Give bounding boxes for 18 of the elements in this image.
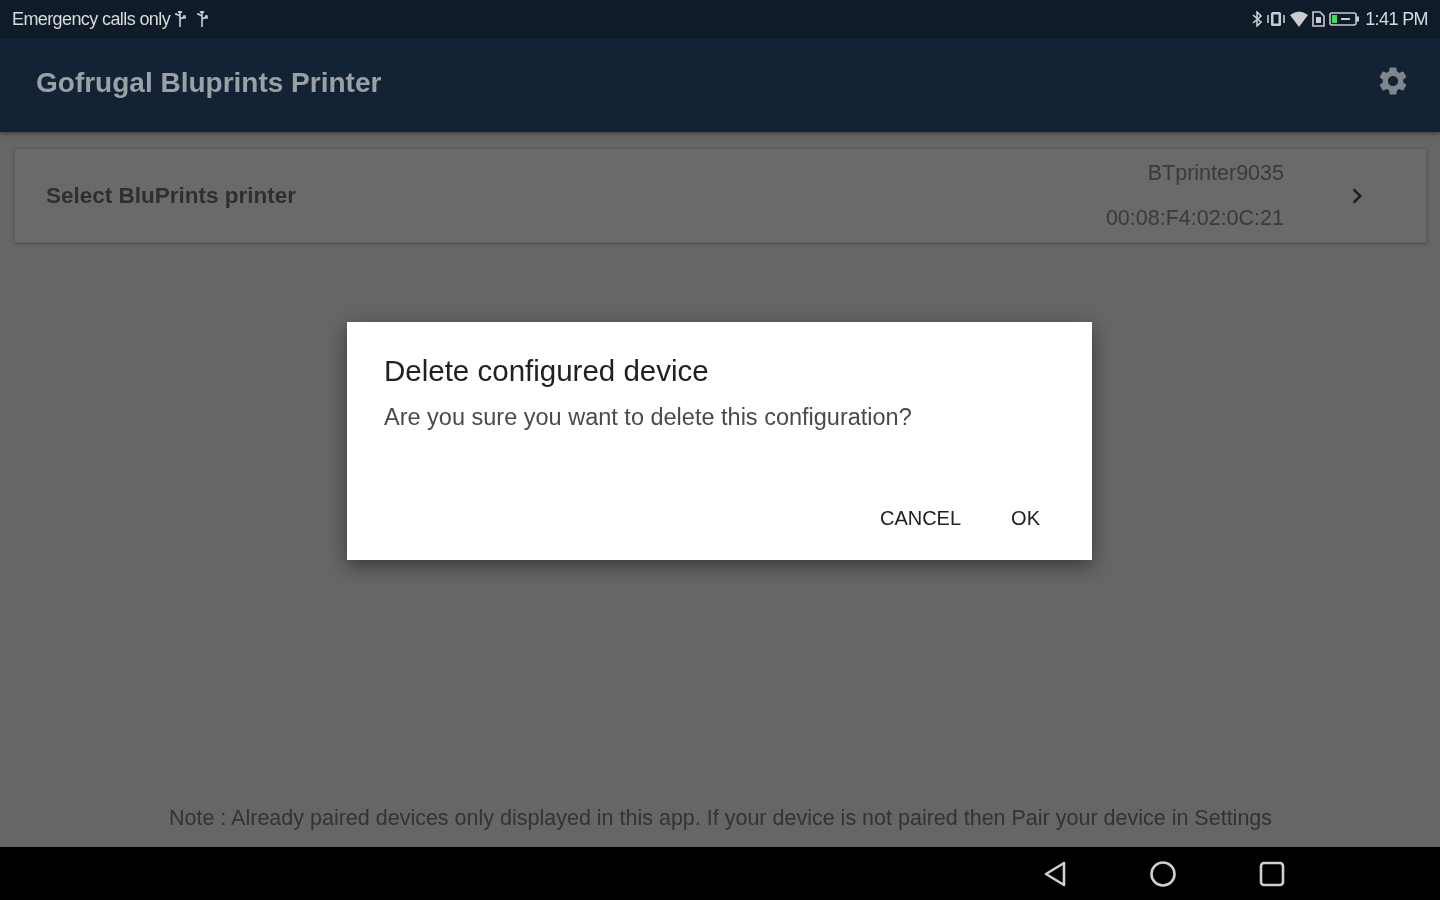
battery-icon	[1329, 11, 1360, 27]
app-title: Gofrugal Bluprints Printer	[36, 67, 382, 99]
dialog-title: Delete configured device	[384, 354, 709, 388]
bluetooth-icon	[1252, 11, 1263, 27]
dialog-button[interactable]: CANCEL	[858, 497, 983, 540]
back-icon[interactable]	[1043, 860, 1067, 887]
recents-icon[interactable]	[1259, 860, 1285, 887]
confirm-button[interactable]: OK	[990, 497, 1061, 540]
wifi-icon	[1290, 11, 1309, 27]
carrier-status: Emergency calls only	[12, 8, 171, 30]
usb-icon	[196, 11, 209, 27]
usb-icon	[174, 11, 187, 27]
dialog-message: Are you sure you want to delete this configuration?	[384, 404, 912, 431]
printer-select-label: Select BluPrints printer	[46, 182, 297, 209]
home-icon[interactable]	[1149, 859, 1177, 888]
vibrate-icon	[1266, 11, 1287, 27]
sim-card-icon	[1312, 11, 1326, 27]
clock-time: 1:41 PM	[1365, 8, 1428, 30]
